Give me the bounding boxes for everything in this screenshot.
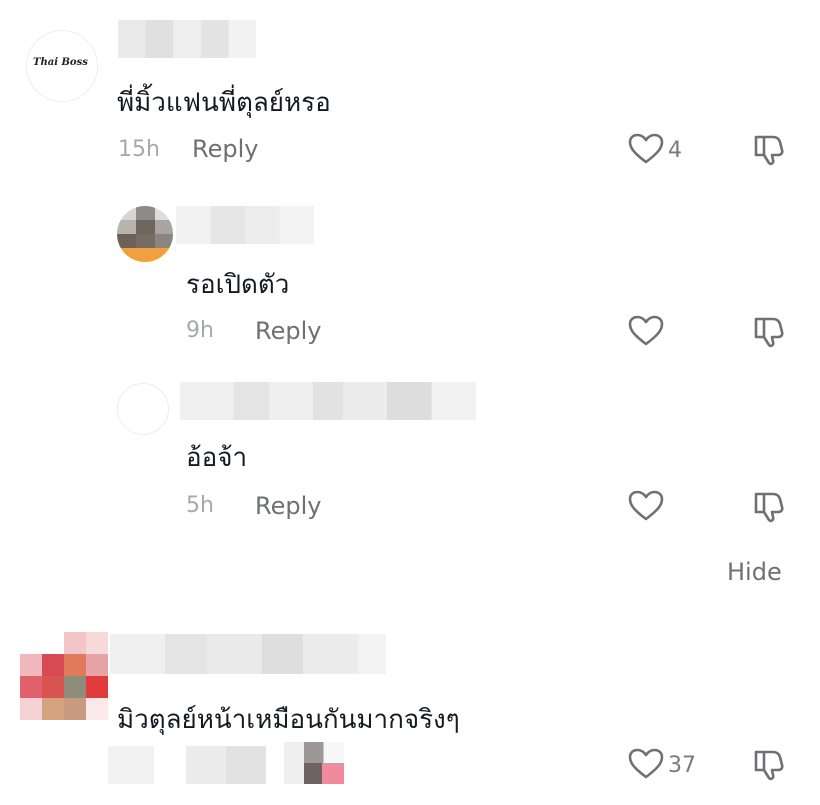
comment-text: พี่มิ้วแฟนพี่ตุลย์หรอ bbox=[117, 88, 331, 118]
comment-time: 15h bbox=[118, 137, 160, 162]
reply-button[interactable]: Reply bbox=[192, 135, 258, 163]
heart-outline-icon[interactable] bbox=[628, 315, 664, 347]
heart-outline-icon[interactable] bbox=[628, 748, 664, 780]
blurred-time bbox=[108, 746, 154, 784]
comment-time: 9h bbox=[186, 318, 214, 343]
blurred-reply[interactable] bbox=[186, 746, 266, 784]
username-blurred[interactable] bbox=[110, 634, 386, 674]
thumbs-down-icon[interactable] bbox=[751, 315, 785, 349]
avatar[interactable] bbox=[117, 206, 173, 262]
avatar[interactable]: Thai Boss bbox=[26, 30, 98, 102]
username-blurred[interactable] bbox=[180, 382, 476, 420]
thumbs-down-icon[interactable] bbox=[751, 490, 785, 524]
avatar[interactable] bbox=[20, 632, 108, 720]
thumbs-down-icon[interactable] bbox=[751, 748, 785, 782]
thumbs-down-icon[interactable] bbox=[751, 133, 785, 167]
username-blurred[interactable] bbox=[118, 20, 256, 58]
comment-time: 5h bbox=[186, 493, 214, 518]
blurred-badge-pink bbox=[322, 763, 344, 784]
like-count: 4 bbox=[668, 138, 682, 163]
avatar-logo-text: Thai Boss bbox=[33, 57, 88, 68]
comment-text: อ้อจ้า bbox=[186, 443, 248, 473]
username-blurred[interactable] bbox=[176, 206, 314, 244]
comment-text: รอเปิดตัว bbox=[186, 270, 290, 300]
heart-outline-icon[interactable] bbox=[628, 490, 664, 522]
avatar[interactable] bbox=[117, 383, 169, 435]
heart-outline-icon[interactable] bbox=[628, 133, 664, 165]
reply-button[interactable]: Reply bbox=[255, 492, 321, 520]
reply-button[interactable]: Reply bbox=[255, 317, 321, 345]
blurred-badge-dark bbox=[304, 763, 322, 784]
hide-replies-button[interactable]: Hide bbox=[727, 558, 782, 586]
like-count: 37 bbox=[668, 753, 696, 778]
comment-text: มิวตุลย์หน้าเหมือนกันมากจริงๆ bbox=[117, 705, 460, 735]
